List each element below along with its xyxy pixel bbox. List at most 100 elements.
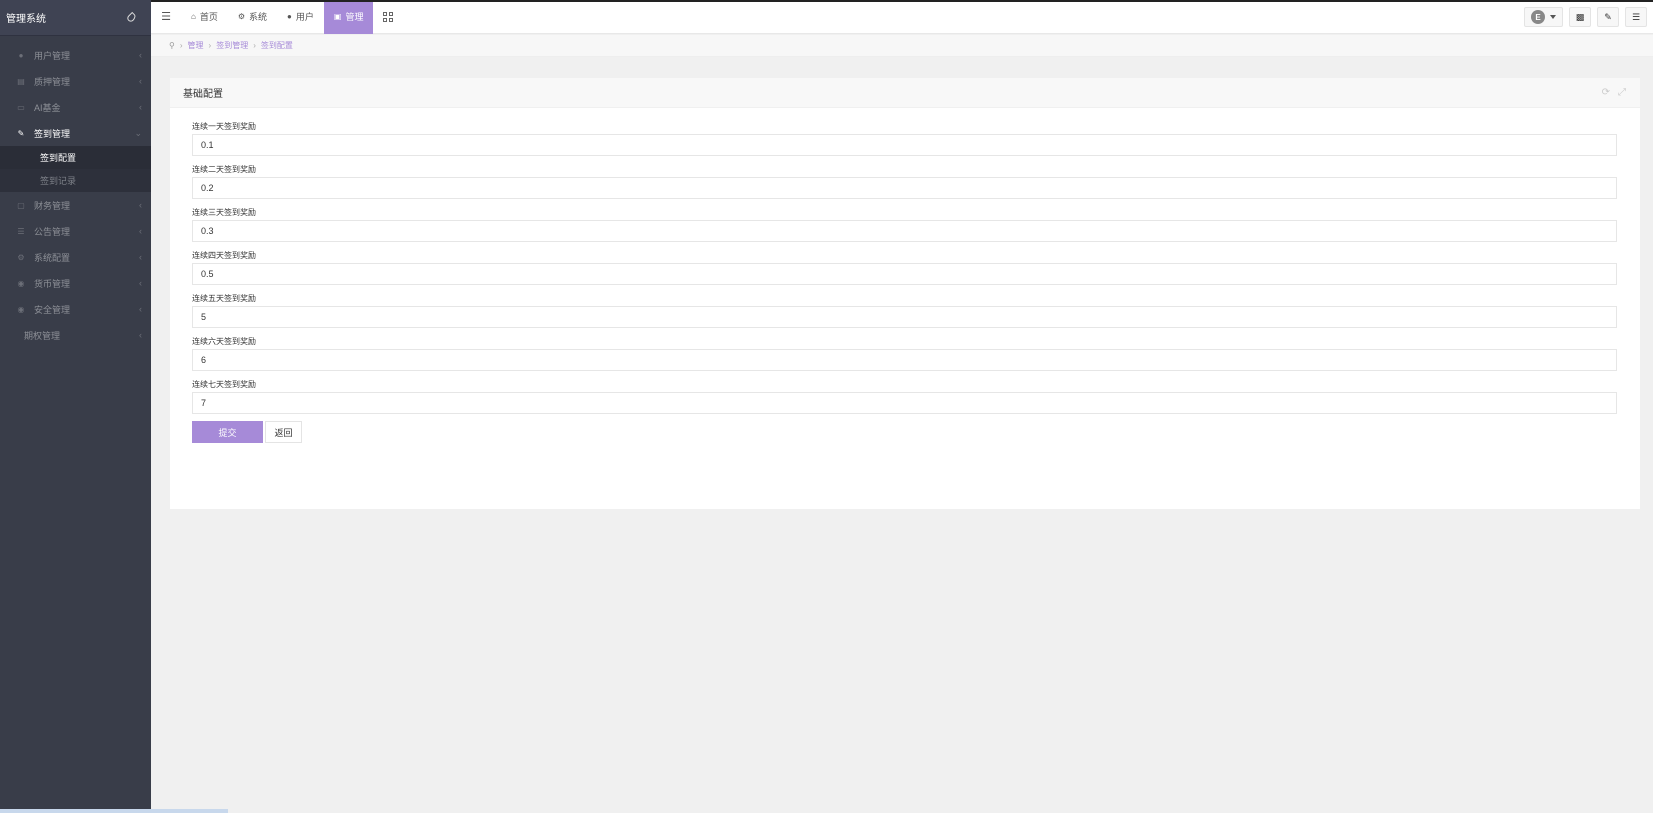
reward-day7-input[interactable]: 7: [192, 392, 1617, 414]
form-field: 连续五天签到奖励 5: [192, 292, 1618, 328]
settings-button[interactable]: ☰: [1625, 7, 1647, 27]
chevron-left-icon: ‹: [139, 278, 142, 288]
sidebar-item-user[interactable]: ● 用户管理 ‹: [0, 42, 151, 68]
menu-toggle-icon[interactable]: ☰: [151, 0, 181, 34]
back-button[interactable]: 返回: [265, 421, 302, 443]
sidebar-item-system-config[interactable]: ⚙ 系统配置 ‹: [0, 244, 151, 270]
brand-title: 管理系统: [6, 14, 46, 25]
fullscreen-icon[interactable]: ⤢: [1618, 87, 1626, 98]
field-label: 连续五天签到奖励: [192, 294, 256, 303]
list-icon: ☰: [17, 226, 25, 236]
field-label: 连续六天签到奖励: [192, 337, 256, 346]
form-field: 连续七天签到奖励 7: [192, 378, 1618, 414]
sidebar: 管理系统 ● 用户管理 ‹ ▤ 质押管理 ‹ ▭ AI基金 ‹ ✎ 签到管理 ⌄…: [0, 0, 151, 813]
gear-icon: ⚙: [237, 12, 246, 21]
sidebar-item-finance[interactable]: ▢ 财务管理 ‹: [0, 192, 151, 218]
sliders-icon: ☰: [1631, 11, 1641, 22]
trash-button[interactable]: ▩: [1569, 7, 1591, 27]
sidebar-item-checkin[interactable]: ✎ 签到管理 ⌄: [0, 120, 151, 146]
sidebar-item-label: 货币管理: [34, 278, 71, 289]
sidebar-item-ai-fund[interactable]: ▭ AI基金 ‹: [0, 94, 151, 120]
sidebar-menu: ● 用户管理 ‹ ▤ 质押管理 ‹ ▭ AI基金 ‹ ✎ 签到管理 ⌄ 签到配置…: [0, 42, 151, 348]
chevron-down-icon: ⌄: [134, 127, 142, 138]
horizontal-scrollbar[interactable]: [0, 809, 228, 813]
refresh-icon[interactable]: ⟳: [1602, 87, 1610, 98]
form-field: 连续四天签到奖励 0.5: [192, 249, 1618, 285]
bag-icon: ▣: [333, 12, 342, 21]
lock-icon: ◉: [17, 304, 25, 314]
reward-day1-input[interactable]: 0.1: [192, 134, 1617, 156]
submit-button[interactable]: 提交: [192, 421, 263, 443]
form-field: 连续六天签到奖励 6: [192, 335, 1618, 371]
reward-day6-input[interactable]: 6: [192, 349, 1617, 371]
breadcrumb-link[interactable]: 管理: [188, 40, 204, 51]
trash-icon: ▩: [1575, 11, 1585, 22]
top-border: [151, 0, 1653, 2]
tab-label: 管理: [345, 12, 364, 22]
sidebar-item-label: 签到管理: [34, 128, 71, 139]
breadcrumb: ⚲ › 管理 › 签到管理 › 签到配置: [151, 35, 1653, 57]
edit-square-icon: ✎: [1604, 11, 1612, 22]
sidebar-subitem-checkin-records[interactable]: 签到记录: [0, 169, 151, 192]
sidebar-item-label: 用户管理: [34, 50, 71, 61]
card-icon: ▤: [17, 76, 25, 86]
reward-day2-input[interactable]: 0.2: [192, 177, 1617, 199]
sidebar-item-label: 财务管理: [34, 200, 71, 211]
chevron-left-icon: ‹: [139, 252, 142, 262]
tab-label: 用户: [295, 12, 314, 22]
sidebar-item-label: 系统配置: [34, 252, 71, 263]
location-icon: ⚲: [169, 41, 175, 50]
sidebar-item-label: AI基金: [34, 102, 61, 113]
breadcrumb-separator: ›: [179, 41, 183, 50]
breadcrumb-separator: ›: [253, 41, 256, 50]
money-icon: ▢: [17, 200, 25, 210]
field-label: 连续四天签到奖励: [192, 251, 256, 260]
sidebar-item-notice[interactable]: ☰ 公告管理 ‹: [0, 218, 151, 244]
edit-button[interactable]: ✎: [1597, 7, 1619, 27]
reward-day3-input[interactable]: 0.3: [192, 220, 1617, 242]
user-icon: ●: [18, 50, 24, 60]
tab-user[interactable]: ● 用户: [277, 0, 324, 34]
tab-manage[interactable]: ▣ 管理: [323, 0, 374, 34]
chevron-left-icon: ‹: [139, 50, 142, 60]
chevron-left-icon: ‹: [139, 200, 142, 210]
theme-drop-icon[interactable]: [125, 11, 138, 24]
sidebar-item-label: 质押管理: [34, 76, 71, 87]
sidebar-subitem-checkin-config[interactable]: 签到配置: [0, 146, 151, 169]
avatar: E: [1531, 10, 1545, 24]
sidebar-item-security[interactable]: ◉ 安全管理 ‹: [0, 296, 151, 322]
user-dropdown[interactable]: E: [1524, 7, 1563, 27]
reward-day5-input[interactable]: 5: [192, 306, 1617, 328]
panel-title: 基础配置: [183, 89, 223, 100]
panel-header: 基础配置 ⟳ ⤢: [170, 78, 1640, 108]
chevron-left-icon: ‹: [139, 226, 142, 236]
grid-icon[interactable]: [373, 0, 403, 34]
tab-label: 首页: [199, 12, 218, 22]
tab-home[interactable]: ⌂ 首页: [181, 0, 228, 34]
field-label: 连续七天签到奖励: [192, 380, 256, 389]
sidebar-item-label: 公告管理: [34, 226, 71, 237]
topbar-actions: E ▩ ✎ ☰: [1524, 0, 1653, 34]
brand-bar: 管理系统: [0, 0, 151, 36]
sidebar-item-label: 安全管理: [34, 304, 71, 315]
panel-tools: ⟳ ⤢: [1602, 87, 1626, 98]
reward-day4-input[interactable]: 0.5: [192, 263, 1617, 285]
form-buttons: 提交 返回: [192, 421, 1618, 443]
config-panel: 基础配置 ⟳ ⤢ 连续一天签到奖励 0.1 连续二天签到奖励 0.2 连续三天签…: [170, 78, 1640, 509]
sidebar-item-currency[interactable]: ◉ 货币管理 ‹: [0, 270, 151, 296]
chevron-left-icon: ‹: [139, 102, 142, 112]
tab-label: 系统: [249, 12, 268, 22]
sidebar-item-options[interactable]: 期权管理 ‹: [0, 322, 151, 348]
tab-system[interactable]: ⚙ 系统: [228, 0, 277, 34]
config-form: 连续一天签到奖励 0.1 连续二天签到奖励 0.2 连续三天签到奖励 0.3 连…: [170, 108, 1640, 443]
sidebar-item-pledge[interactable]: ▤ 质押管理 ‹: [0, 68, 151, 94]
breadcrumb-current[interactable]: 签到配置: [261, 40, 293, 51]
topbar: ☰ ⌂ 首页 ⚙ 系统 ● 用户 ▣ 管理: [151, 0, 1653, 34]
form-field: 连续二天签到奖励 0.2: [192, 163, 1618, 199]
field-label: 连续二天签到奖励: [192, 165, 256, 174]
settings-icon: ⚙: [17, 252, 25, 262]
breadcrumb-link[interactable]: 签到管理: [216, 40, 248, 51]
form-field: 连续三天签到奖励 0.3: [192, 206, 1618, 242]
checkin-submenu: 签到配置 签到记录: [0, 146, 151, 192]
form-field: 连续一天签到奖励 0.1: [192, 120, 1618, 156]
